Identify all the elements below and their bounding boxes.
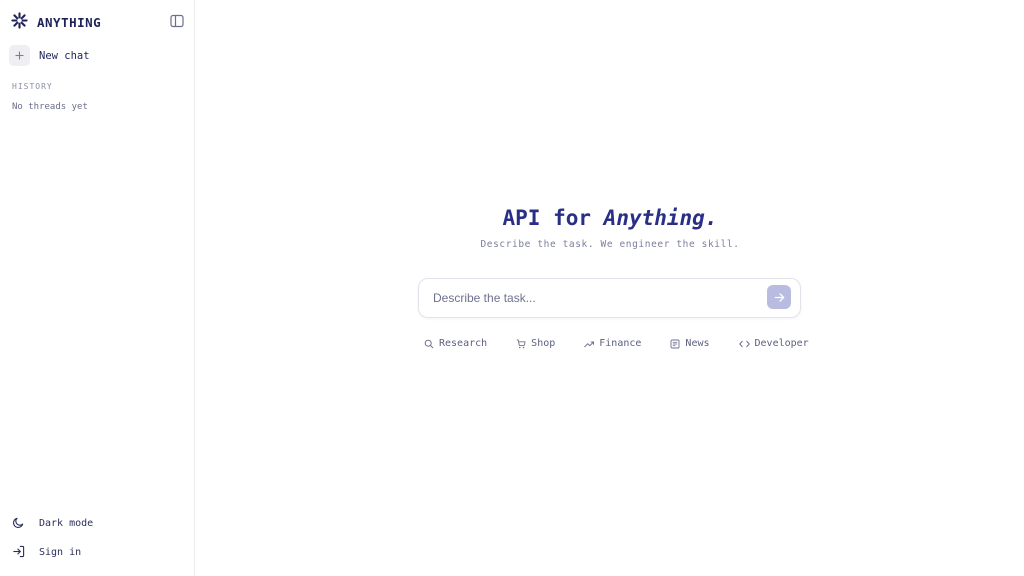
category-label: Finance (599, 338, 642, 349)
brand[interactable]: ANYTHING (11, 12, 101, 33)
category-chip-shop[interactable]: Shop (516, 338, 555, 349)
main-area: API for Anything. Describe the task. We … (196, 0, 1024, 576)
page-title: API for Anything. (196, 206, 1024, 230)
code-icon (738, 339, 750, 349)
category-chip-research[interactable]: Research (424, 338, 487, 349)
sign-in-button[interactable]: Sign in (12, 543, 81, 562)
category-chip-news[interactable]: News (670, 338, 710, 349)
new-chat-button[interactable]: New chat (9, 45, 90, 66)
history-empty-text: No threads yet (12, 102, 88, 112)
logo-icon (11, 12, 28, 33)
category-chip-developer[interactable]: Developer (738, 338, 809, 349)
plus-icon (9, 45, 30, 66)
dark-mode-label: Dark mode (39, 518, 94, 529)
category-chips: Research Shop Finance News Developer (424, 338, 809, 349)
sign-in-icon (12, 543, 25, 562)
page-subtitle: Describe the task. We engineer the skill… (480, 239, 740, 250)
sidebar: ANYTHING New chat HISTORY No threads yet… (0, 0, 195, 576)
trending-up-icon (584, 339, 595, 349)
sidebar-toggle-icon[interactable] (170, 13, 186, 29)
category-label: Developer (754, 338, 809, 349)
category-label: Shop (531, 338, 556, 349)
dark-mode-button[interactable]: Dark mode (12, 514, 93, 533)
submit-button[interactable] (767, 285, 791, 309)
sign-in-label: Sign in (39, 547, 82, 558)
brand-name: ANYTHING (37, 15, 102, 30)
title-prefix: API for (502, 206, 604, 230)
task-input[interactable] (433, 287, 753, 309)
newspaper-icon (670, 339, 680, 349)
arrow-right-icon (774, 292, 785, 303)
task-search-box (418, 278, 801, 318)
category-label: News (685, 338, 710, 349)
title-emphasis: Anything. (603, 206, 718, 230)
category-label: Research (439, 338, 488, 349)
category-chip-finance[interactable]: Finance (584, 338, 641, 349)
moon-icon (12, 514, 25, 533)
search-icon (424, 339, 434, 349)
new-chat-label: New chat (39, 49, 90, 62)
cart-icon (516, 339, 526, 349)
history-heading: HISTORY (12, 82, 53, 91)
